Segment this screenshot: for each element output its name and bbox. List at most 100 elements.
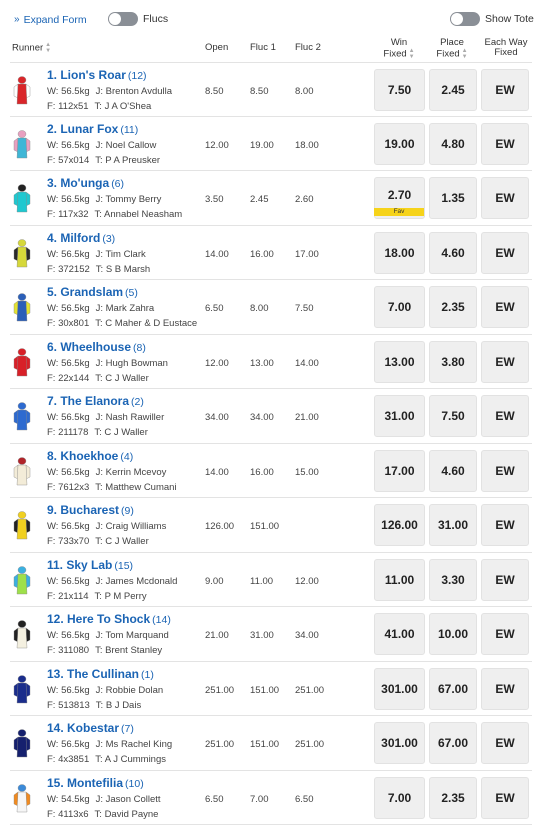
each-way-button[interactable]: EW [481, 231, 529, 274]
each-way-button[interactable]: EW [481, 558, 529, 601]
runner-column-header[interactable]: Runner ▲ ▼ [12, 42, 51, 54]
fluc2-odds: 251.00 [295, 684, 325, 696]
show-tote-label: Show Tote [485, 13, 534, 25]
each-way-button[interactable]: EW [481, 69, 529, 111]
fluc1-odds: 16.00 [250, 466, 274, 478]
runner-weight-jockey: W: 56.5kg J: Tim Clark [47, 249, 146, 260]
win-fixed-button[interactable]: 13.00 [374, 340, 425, 383]
each-way-button[interactable]: EW [481, 776, 529, 819]
runner-header-label: Runner [12, 42, 44, 54]
jockey-silks-icon [13, 402, 31, 431]
show-tote-toggle-group: Show Tote [450, 12, 534, 26]
win-fixed-button[interactable]: 301.00 [374, 667, 425, 710]
runner-form: F: 4113x6 [47, 808, 89, 820]
place-fixed-button[interactable]: 4.60 [429, 449, 477, 492]
runner-name-text: 15. Montefilia [47, 775, 124, 790]
each-way-button[interactable]: EW [481, 286, 529, 328]
place-fixed-button[interactable]: 2.35 [429, 286, 477, 328]
win-fixed-button[interactable]: 31.00 [374, 395, 425, 437]
runner-form-trainer: F: 22x144 T: C J Waller [47, 373, 149, 384]
runner-name[interactable]: 3. Mo'unga (6) [47, 176, 124, 190]
place-fixed-button[interactable]: 67.00 [429, 722, 477, 764]
runner-jockey: J: Mark Zahra [95, 303, 155, 314]
place-fixed-button[interactable]: 4.60 [429, 231, 477, 274]
open-odds: 14.00 [205, 248, 229, 260]
runner-form: F: 311080 [47, 645, 90, 656]
place-fixed-button[interactable]: 10.00 [429, 613, 477, 655]
runner-name[interactable]: 1. Lion's Roar (12) [47, 68, 147, 82]
place-fixed-button[interactable]: 7.50 [429, 395, 477, 437]
runner-name[interactable]: 12. Here To Shock (14) [47, 612, 171, 626]
each-way-button[interactable]: EW [481, 395, 529, 437]
runner-name[interactable]: 7. The Elanora (2) [47, 394, 144, 408]
place-fixed-button[interactable]: 2.45 [429, 69, 477, 111]
runner-form: F: 21x114 [47, 590, 89, 602]
fluc2-odds: 7.50 [295, 303, 314, 314]
runner-weight-jockey: W: 56.5kg J: Craig Williams [47, 521, 166, 532]
runner-name[interactable]: 9. Bucharest (9) [47, 503, 134, 517]
win-fixed-button[interactable]: 19.00 [374, 122, 425, 165]
place-fixed-button[interactable]: 3.30 [429, 558, 477, 601]
expand-form-toggle[interactable]: » Expand Form [14, 14, 87, 26]
runner-weight: W: 56.5kg [47, 521, 90, 532]
each-way-button[interactable]: EW [481, 504, 529, 546]
win-fixed-button[interactable]: 7.00 [374, 776, 425, 819]
jockey-silks-icon [13, 293, 31, 322]
runner-trainer: T: David Payne [94, 808, 159, 820]
place-fixed-button[interactable]: 31.00 [429, 504, 477, 546]
win-fixed-button[interactable]: 7.00 [374, 286, 425, 328]
runner-name[interactable]: 15. Montefilia (10) [47, 776, 144, 790]
jockey-silks-icon [13, 783, 31, 812]
runner-jockey: J: Hugh Bowman [95, 357, 168, 369]
runner-name[interactable]: 13. The Cullinan (1) [47, 667, 154, 681]
each-way-button[interactable]: EW [481, 667, 529, 710]
runner-jockey: J: Brenton Avdulla [95, 86, 173, 97]
runner-name-text: 2. Lunar Fox [47, 121, 119, 136]
runner-form: F: 117x32 [47, 209, 89, 220]
flucs-toggle[interactable] [108, 12, 138, 26]
runner-form-trainer: F: 4x3851 T: A J Cummings [47, 754, 166, 765]
win-fixed-button[interactable]: 18.00 [374, 231, 425, 274]
place-fixed-button[interactable]: 67.00 [429, 667, 477, 710]
runner-name[interactable]: 2. Lunar Fox (11) [47, 122, 138, 136]
each-way-button[interactable]: EW [481, 449, 529, 492]
each-way-button[interactable]: EW [481, 177, 529, 219]
runner-row: 14. Kobestar (7) W: 56.5kg J: Ms Rachel Ki… [10, 716, 532, 771]
win-fixed-button[interactable]: 17.00 [374, 449, 425, 492]
place-fixed-button[interactable]: 2.35 [429, 776, 477, 819]
each-way-button[interactable]: EW [481, 122, 529, 165]
runner-name[interactable]: 4. Milford (3) [47, 231, 115, 245]
runner-weight-jockey: W: 56.5kg J: Kerrin Mcevoy [47, 467, 166, 478]
win-fixed-button[interactable]: 301.00 [374, 722, 425, 764]
place-fixed-button[interactable]: 4.80 [429, 122, 477, 165]
win-fixed-column-header[interactable]: Win Fixed ▲ ▼ [374, 38, 424, 61]
runner-trainer: T: J A O'Shea [94, 101, 152, 112]
win-fixed-button[interactable]: 7.50 [374, 69, 425, 111]
fluc2-odds: 2.60 [295, 194, 314, 205]
runner-name-text: 4. Milford [47, 230, 101, 245]
win-fixed-button[interactable]: 126.00 [374, 504, 425, 546]
place-fixed-column-header[interactable]: Place Fixed ▲ ▼ [428, 38, 476, 61]
place-fixed-button[interactable]: 3.80 [429, 340, 477, 383]
runner-name[interactable]: 5. Grandslam (5) [47, 285, 138, 299]
jockey-silks-icon [13, 238, 31, 267]
runner-name[interactable]: 6. Wheelhouse (8) [47, 340, 146, 354]
runner-name[interactable]: 14. Kobestar (7) [47, 721, 134, 735]
barrier-number: (9) [121, 505, 134, 517]
each-way-button[interactable]: EW [481, 340, 529, 383]
win-fixed-button[interactable]: 41.00 [374, 613, 425, 655]
runner-row: 9. Bucharest (9) W: 56.5kg J: Craig Willia… [10, 498, 532, 553]
win-fixed-button[interactable]: 11.00 [374, 558, 425, 601]
each-way-button[interactable]: EW [481, 613, 529, 655]
fluc2-odds: 15.00 [295, 466, 319, 478]
runner-row: 13. The Cullinan (1) W: 56.5kg J: Robbie D… [10, 662, 532, 716]
barrier-number: (15) [114, 559, 134, 572]
runner-weight-jockey: W: 56.5kg J: Nash Rawiller [47, 412, 164, 423]
place-fixed-button[interactable]: 1.35 [429, 177, 477, 219]
runner-name[interactable]: 11. Sky Lab (15) [47, 558, 133, 572]
runner-name[interactable]: 8. Khoekhoe (4) [47, 449, 133, 463]
fluc1-odds: 34.00 [250, 412, 274, 423]
show-tote-toggle[interactable] [450, 12, 480, 26]
sort-icon: ▲ ▼ [461, 48, 468, 60]
each-way-button[interactable]: EW [481, 722, 529, 764]
